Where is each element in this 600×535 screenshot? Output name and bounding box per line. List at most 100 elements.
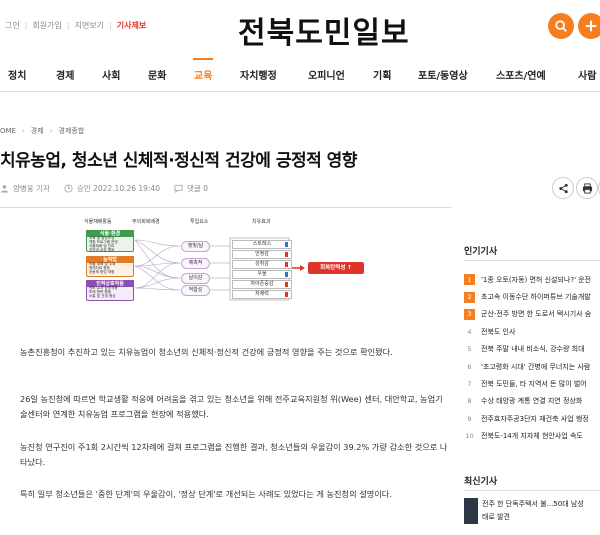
epaper-link[interactable]: 지면보기 <box>70 20 109 31</box>
breadcrumb-subsection[interactable]: 경제종합 <box>59 126 85 136</box>
nav-item-local-admin[interactable]: 자치행정 <box>240 67 277 82</box>
popular-item[interactable]: 4 전북도 인사 <box>464 323 600 340</box>
nav-item-people[interactable]: 사람 <box>578 67 596 82</box>
nav-active-indicator <box>193 58 213 60</box>
approved-date: 승인 2022.10.26 19:40 <box>76 184 161 193</box>
nav-item-sports[interactable]: 스포츠/연예 <box>496 67 546 82</box>
comment-count: 댓글 0 <box>187 184 208 193</box>
author-info: 양병웅 기자 <box>0 183 50 194</box>
article-figure: 식물재배활동 주이회복배경 투입요소 치유효과 식물·환경 교육 및 환경조성 … <box>78 218 380 304</box>
arrow-down-icon <box>285 242 288 247</box>
rank-badge: 8 <box>464 395 475 407</box>
chevron-right-icon: › <box>21 127 25 135</box>
arrow-down-icon <box>285 272 288 277</box>
site-logo[interactable]: 전북도민일보 <box>238 8 410 52</box>
figure-effect-label: 자제력 <box>255 291 269 297</box>
comment-info[interactable]: 댓글 0 <box>174 183 208 194</box>
nav-item-society[interactable]: 사회 <box>102 67 120 82</box>
print-icon <box>582 182 592 194</box>
signup-link[interactable]: 회원가입 <box>27 20 66 31</box>
popular-item[interactable]: 2 초고속 이동수단 하이퍼튜브 기술개발 <box>464 288 600 305</box>
share-button[interactable] <box>552 177 574 199</box>
menu-plus-button[interactable] <box>578 13 600 39</box>
breadcrumb-section[interactable]: 경제 <box>31 126 44 136</box>
figure-input: 예촉적 <box>181 258 210 269</box>
popular-item[interactable]: 9 전주효자주공3단지 재건축 사업 행정 <box>464 410 600 427</box>
latest-item[interactable]: 전주 한 단독주택서 불...50대 남성 태로 발견 <box>482 498 600 524</box>
nav-item-education[interactable]: 교육 <box>194 67 212 82</box>
figure-effect: 우울 <box>232 270 292 279</box>
figure-effect-label: 스트레스 <box>252 241 272 247</box>
popular-item[interactable]: 6 '초고령화 시대' 간병에 무너지는 사람 <box>464 358 600 375</box>
arrow-up-icon <box>285 282 288 287</box>
figure-effect-label: 우울 <box>257 271 267 277</box>
nav-item-opinion[interactable]: 오피니언 <box>308 67 345 82</box>
popular-item-title: 전북 도민들, 타 지역서 돈 많이 벌어 <box>481 380 587 389</box>
login-link[interactable]: 그인 <box>0 20 25 31</box>
nav-item-feature[interactable]: 기획 <box>373 67 391 82</box>
figure-effect: 성취감 <box>232 260 292 269</box>
date-info: 승인 2022.10.26 19:40 <box>64 183 160 194</box>
figure-effect: 스트레스 <box>232 240 292 249</box>
popular-title: 인기기사 <box>464 247 498 257</box>
sidebar-divider <box>464 490 600 491</box>
nav-item-culture[interactable]: 문화 <box>148 67 166 82</box>
sidebar-divider <box>464 260 600 261</box>
figure-effect: 자아존중감 <box>232 280 292 289</box>
figure-header: 투입요소 <box>190 219 209 225</box>
popular-item[interactable]: 1 '1종 오토(자동) 면허 신설되나?' 운전 <box>464 271 600 288</box>
figure-effect: 안정감 <box>232 250 292 259</box>
top-links: 그인 | 회원가입 | 지면보기 | 기사제보 <box>0 20 151 31</box>
rank-badge: 4 <box>464 326 475 338</box>
news-thumbnail[interactable] <box>464 498 478 524</box>
nav-item-economy[interactable]: 경제 <box>56 67 74 82</box>
rank-badge: 9 <box>464 413 475 425</box>
figure-effect-label: 안정감 <box>255 251 269 257</box>
arrow-up-icon <box>285 252 288 257</box>
search-button[interactable] <box>548 13 574 39</box>
main-nav: 정치 경제 사회 문화 교육 자치행정 오피니언 기획 포토/동영상 스포츠/연… <box>0 58 600 92</box>
popular-list: 1 '1종 오토(자동) 면허 신설되나?' 운전 2 초고속 이동수단 하이퍼튜브… <box>464 271 600 445</box>
figure-box-text: 공동체 협업 체험 <box>89 270 115 274</box>
nav-item-photo-video[interactable]: 포토/동영상 <box>418 67 468 82</box>
popular-item[interactable]: 8 수상 태양광 계통 연결 지연 정상화 <box>464 393 600 410</box>
article-paragraph: 특히 일부 청소년들은 '중한 단계'의 우울감이, '정상 단계'로 개선되는… <box>20 489 392 499</box>
popular-item-title: 초고속 이동수단 하이퍼튜브 기술개발 <box>481 293 591 302</box>
figure-effect-label: 자아존중감 <box>250 281 274 287</box>
report-link[interactable]: 기사제보 <box>112 20 151 31</box>
chevron-right-icon: › <box>49 127 53 135</box>
nav-item-politics[interactable]: 정치 <box>8 67 26 82</box>
popular-item-title: 전북도-14개 지자체 현안사업 속도 <box>481 432 583 441</box>
popular-item-title: '초고령화 시대' 간병에 무너지는 사람 <box>481 362 591 371</box>
popular-item-title: 전주효자주공3단지 재건축 사업 행정 <box>481 414 589 423</box>
figure-box-text: 소통 및 관계 형성 <box>89 294 116 298</box>
popular-item-title: 전북 주말 내내 비소식, 강수량 최대 <box>481 345 585 354</box>
popular-item-title: 전북도 인사 <box>481 327 516 336</box>
popular-item-title: 수상 태양광 계통 연결 지연 정상화 <box>481 397 583 406</box>
figure-header: 치유효과 <box>252 219 271 225</box>
arrow-up-icon <box>285 292 288 297</box>
figure-effect-label: 성취감 <box>255 261 269 267</box>
rank-badge: 3 <box>464 308 475 320</box>
search-icon <box>555 20 567 32</box>
clock-icon <box>64 184 73 193</box>
rank-badge: 5 <box>464 343 475 355</box>
popular-item[interactable]: 10 전북도-14개 지자체 현안사업 속도 <box>464 428 600 445</box>
breadcrumb-home[interactable]: OME <box>0 127 16 135</box>
figure-input: 적합성 <box>181 285 210 296</box>
rank-badge: 6 <box>464 361 475 373</box>
popular-item[interactable]: 5 전북 주말 내내 비소식, 강수량 최대 <box>464 341 600 358</box>
figure-effect: 자제력 <box>232 290 292 299</box>
popular-item[interactable]: 3 군산-전주 방면 한 도로서 택시기사 숨 <box>464 306 600 323</box>
rank-badge: 1 <box>464 274 475 286</box>
latest-item-line: 태로 발견 <box>482 513 510 521</box>
comment-icon <box>174 184 183 193</box>
popular-item[interactable]: 7 전북 도민들, 타 지역서 돈 많이 벌어 <box>464 375 600 392</box>
rank-badge: 10 <box>464 430 475 442</box>
article-paragraph: 농진청 연구진이 주1회 2시간씩 12차례에 걸쳐 프로그램을 진행한 결과,… <box>20 442 448 467</box>
latest-title: 최신기사 <box>464 477 498 487</box>
print-button[interactable] <box>576 177 598 199</box>
popular-item-title: '1종 오토(자동) 면허 신설되나?' 운전 <box>481 275 592 284</box>
figure-header: 주이회복배경 <box>132 219 160 225</box>
top-bar: 그인 | 회원가입 | 지면보기 | 기사제보 전북도민일보 <box>0 0 600 58</box>
